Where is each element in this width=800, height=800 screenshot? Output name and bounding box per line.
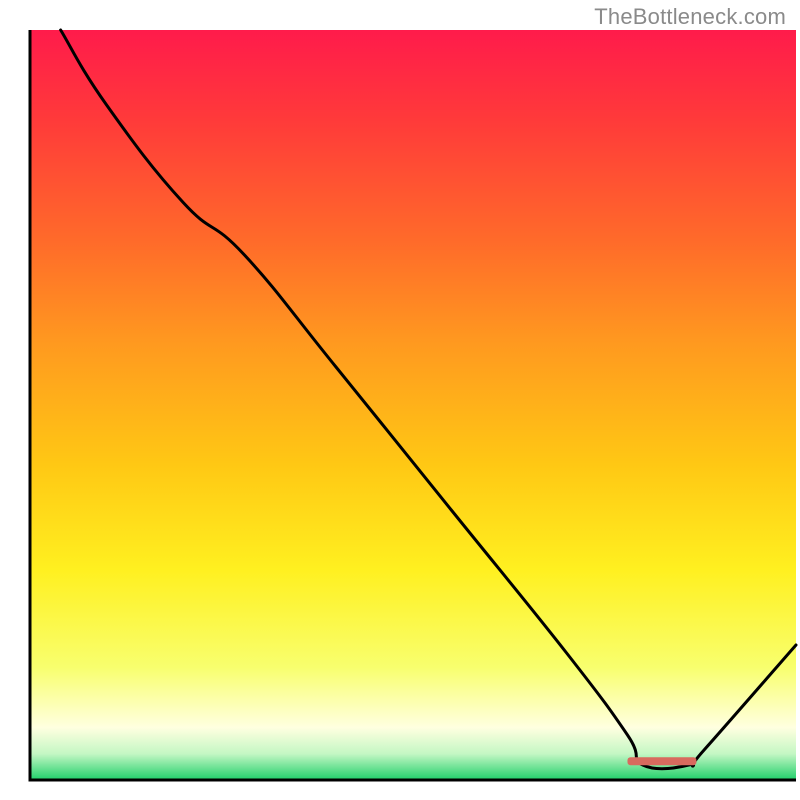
bottleneck-chart	[0, 0, 800, 800]
plot-background	[30, 30, 796, 780]
chart-container: TheBottleneck.com	[0, 0, 800, 800]
highlight-marker	[627, 757, 696, 765]
